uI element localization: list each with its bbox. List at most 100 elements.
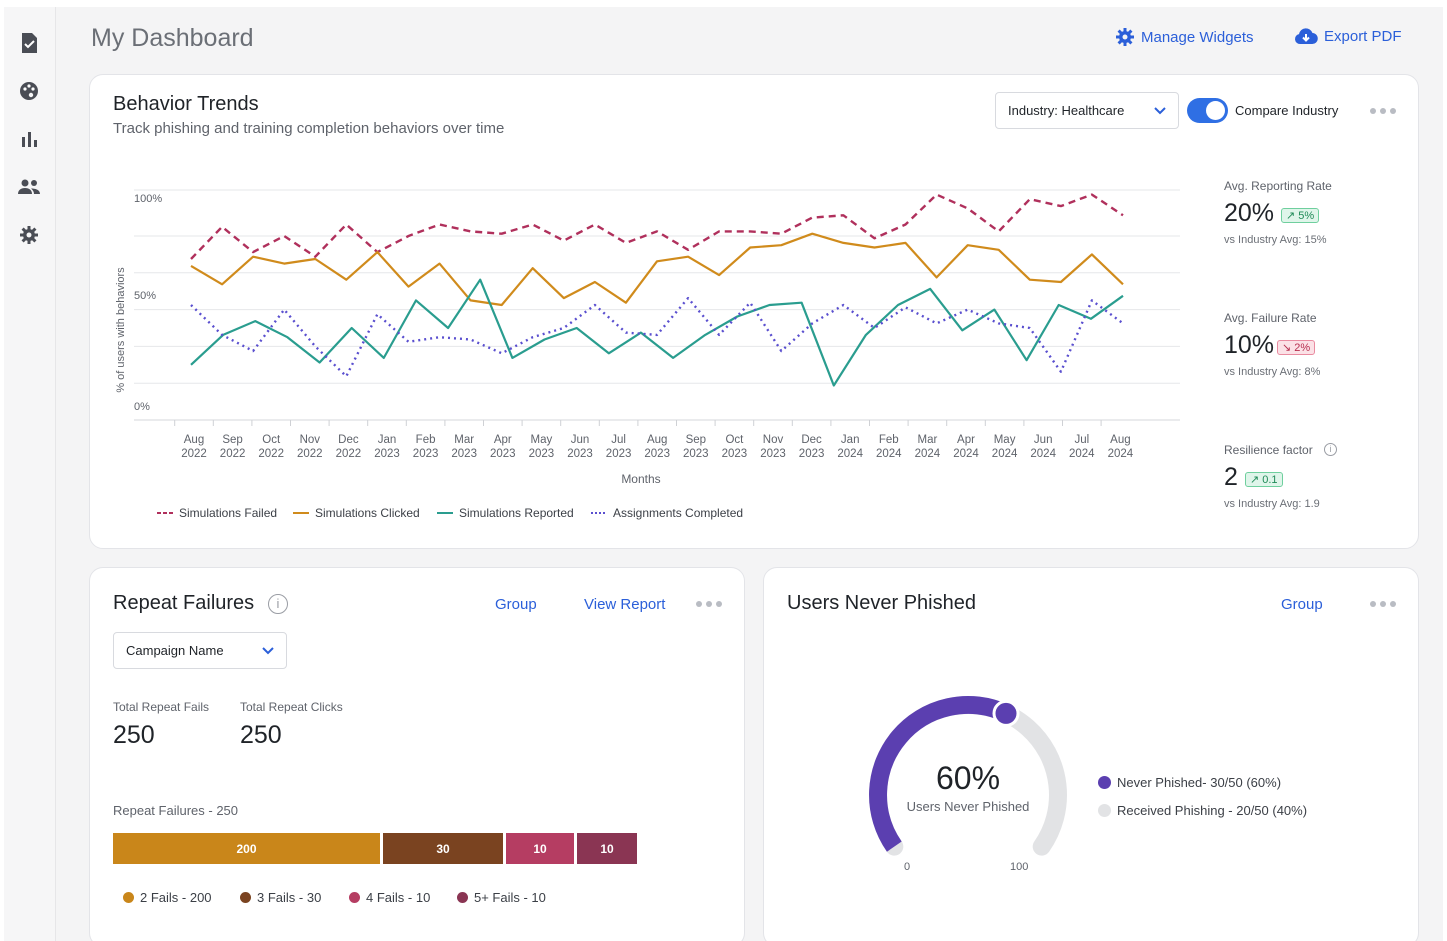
x-tick-label: Sep <box>686 434 706 446</box>
view-report-link[interactable]: View Report <box>584 596 665 613</box>
y-tick-label: 0% <box>134 401 150 413</box>
compare-industry-label: Compare Industry <box>1235 103 1339 118</box>
gear-icon <box>1116 28 1134 46</box>
x-tick-label: 2023 <box>644 448 670 460</box>
total-repeat-clicks-label: Total Repeat Clicks <box>240 700 343 714</box>
x-tick-label: Dec <box>338 434 359 446</box>
resilience-factor-label: Resilience factor <box>1224 443 1313 457</box>
palette-icon[interactable] <box>18 80 40 102</box>
legend-assignments-completed[interactable]: Assignments Completed <box>591 506 743 520</box>
x-tick-label: Nov <box>763 434 784 446</box>
x-tick-label: 2022 <box>258 448 284 460</box>
manage-widgets-label: Manage Widgets <box>1141 28 1254 46</box>
behavior-more-menu[interactable] <box>1370 108 1396 114</box>
trend-down-icon: ↘ <box>1282 342 1292 354</box>
behavior-trends-chart: 100% 50% 0% % of users with behaviors Aug 202… <box>115 189 1180 486</box>
x-tick-label: 2024 <box>915 448 941 460</box>
x-tick-label: 2022 <box>336 448 362 460</box>
x-tick-label: Jun <box>1034 434 1053 446</box>
x-tick-label: 2023 <box>683 448 709 460</box>
repeat-failures-card <box>89 567 745 941</box>
y-axis-label: % of users with behaviors <box>115 267 127 393</box>
x-tick-label: Jul <box>1074 434 1089 446</box>
legend-2-fails: 2 Fails - 200 <box>123 890 212 905</box>
chevron-down-icon <box>262 646 274 654</box>
export-pdf-label: Export PDF <box>1324 27 1402 45</box>
x-tick-label: Apr <box>494 434 512 446</box>
x-tick-label: 2023 <box>722 448 748 460</box>
users-icon[interactable] <box>18 176 40 198</box>
failure-rate-label: Avg. Failure Rate <box>1224 311 1317 325</box>
export-pdf-button[interactable]: Export PDF <box>1294 27 1402 45</box>
series-line-simulations-reported <box>190 278 1124 387</box>
gauge-max-label: 100 <box>1010 861 1029 873</box>
resilience-factor-value: 2 <box>1224 463 1238 491</box>
x-tick-label: May <box>531 434 553 446</box>
legend-simulations-failed[interactable]: Simulations Failed <box>157 506 277 520</box>
trend-up-icon: ↗ <box>1250 474 1260 486</box>
repeat-more-menu[interactable] <box>696 601 722 607</box>
reporting-rate-industry: vs Industry Avg: 15% <box>1224 234 1327 246</box>
gauge-knob[interactable] <box>992 699 1020 727</box>
legend-never-phished: Never Phished- 30/50 (60%) <box>1098 775 1281 790</box>
gauge-percent: 60% <box>935 760 1001 796</box>
failure-rate-value: 10% <box>1224 331 1275 359</box>
gear-icon[interactable] <box>18 224 40 246</box>
reporting-rate-badge: ↗ 5% <box>1281 208 1320 223</box>
industry-select[interactable]: Industry: Healthcare <box>995 92 1179 129</box>
bar-chart-icon[interactable] <box>18 128 40 150</box>
legend-simulations-reported[interactable]: Simulations Reported <box>437 506 574 520</box>
x-tick-label: 2024 <box>953 448 979 460</box>
users-never-phished-title: Users Never Phished <box>787 592 976 614</box>
failure-rate-badge: ↘ 2% <box>1277 340 1316 355</box>
info-icon[interactable]: i <box>1324 443 1337 456</box>
x-tick-label: 2024 <box>837 448 863 460</box>
x-tick-label: Aug <box>647 434 667 446</box>
never-more-menu[interactable] <box>1370 601 1396 607</box>
compare-industry-toggle[interactable] <box>1187 98 1228 123</box>
x-tick-label: 2023 <box>799 448 825 460</box>
total-repeat-clicks-value: 250 <box>240 721 282 749</box>
never-group-link[interactable]: Group <box>1281 596 1323 613</box>
x-tick-label: Apr <box>957 434 975 446</box>
page-title: My Dashboard <box>91 24 254 52</box>
x-tick-label: 2022 <box>297 448 323 460</box>
x-tick-label: Feb <box>416 434 436 446</box>
sidebar <box>4 7 56 941</box>
repeat-group-link[interactable]: Group <box>495 596 537 613</box>
bar-segment-5plus-fails[interactable]: 10 <box>577 833 637 864</box>
gauge-caption: Users Never Phished <box>906 799 1030 814</box>
x-tick-label: Jun <box>571 434 590 446</box>
cloud-download-icon <box>1294 28 1318 45</box>
x-tick-label: 2023 <box>760 448 786 460</box>
x-tick-label: 2022 <box>181 448 207 460</box>
x-axis-label: Months <box>621 472 660 486</box>
bar-segment-4-fails[interactable]: 10 <box>506 833 574 864</box>
x-tick-label: 2023 <box>606 448 632 460</box>
manage-widgets-button[interactable]: Manage Widgets <box>1115 27 1254 47</box>
y-tick-label: 50% <box>134 290 156 302</box>
x-tick-label: 2023 <box>413 448 439 460</box>
campaign-select[interactable]: Campaign Name <box>113 632 287 669</box>
bar-segment-2-fails[interactable]: 200 <box>113 833 380 864</box>
x-tick-label: 2024 <box>1108 448 1134 460</box>
x-tick-label: Jul <box>611 434 626 446</box>
x-tick-label: Aug <box>184 434 204 446</box>
x-tick-label: Dec <box>801 434 822 446</box>
x-tick-label: 2024 <box>992 448 1018 460</box>
info-icon[interactable]: i <box>268 594 288 614</box>
x-tick-label: Jan <box>378 434 397 446</box>
document-check-icon[interactable] <box>18 32 40 54</box>
x-tick-label: Aug <box>1110 434 1130 446</box>
chevron-down-icon <box>1154 106 1166 114</box>
legend-5plus-fails: 5+ Fails - 10 <box>457 890 546 905</box>
legend-simulations-clicked[interactable]: Simulations Clicked <box>293 506 420 520</box>
x-tick-label: 2024 <box>1030 448 1056 460</box>
bar-segment-3-fails[interactable]: 30 <box>383 833 503 864</box>
x-tick-label: 2024 <box>1069 448 1095 460</box>
behavior-trends-subtitle: Track phishing and training completion b… <box>113 120 505 137</box>
x-tick-label: 2023 <box>529 448 555 460</box>
x-tick-label: 2024 <box>876 448 902 460</box>
legend-4-fails: 4 Fails - 10 <box>349 890 430 905</box>
x-tick-label: 2022 <box>220 448 246 460</box>
